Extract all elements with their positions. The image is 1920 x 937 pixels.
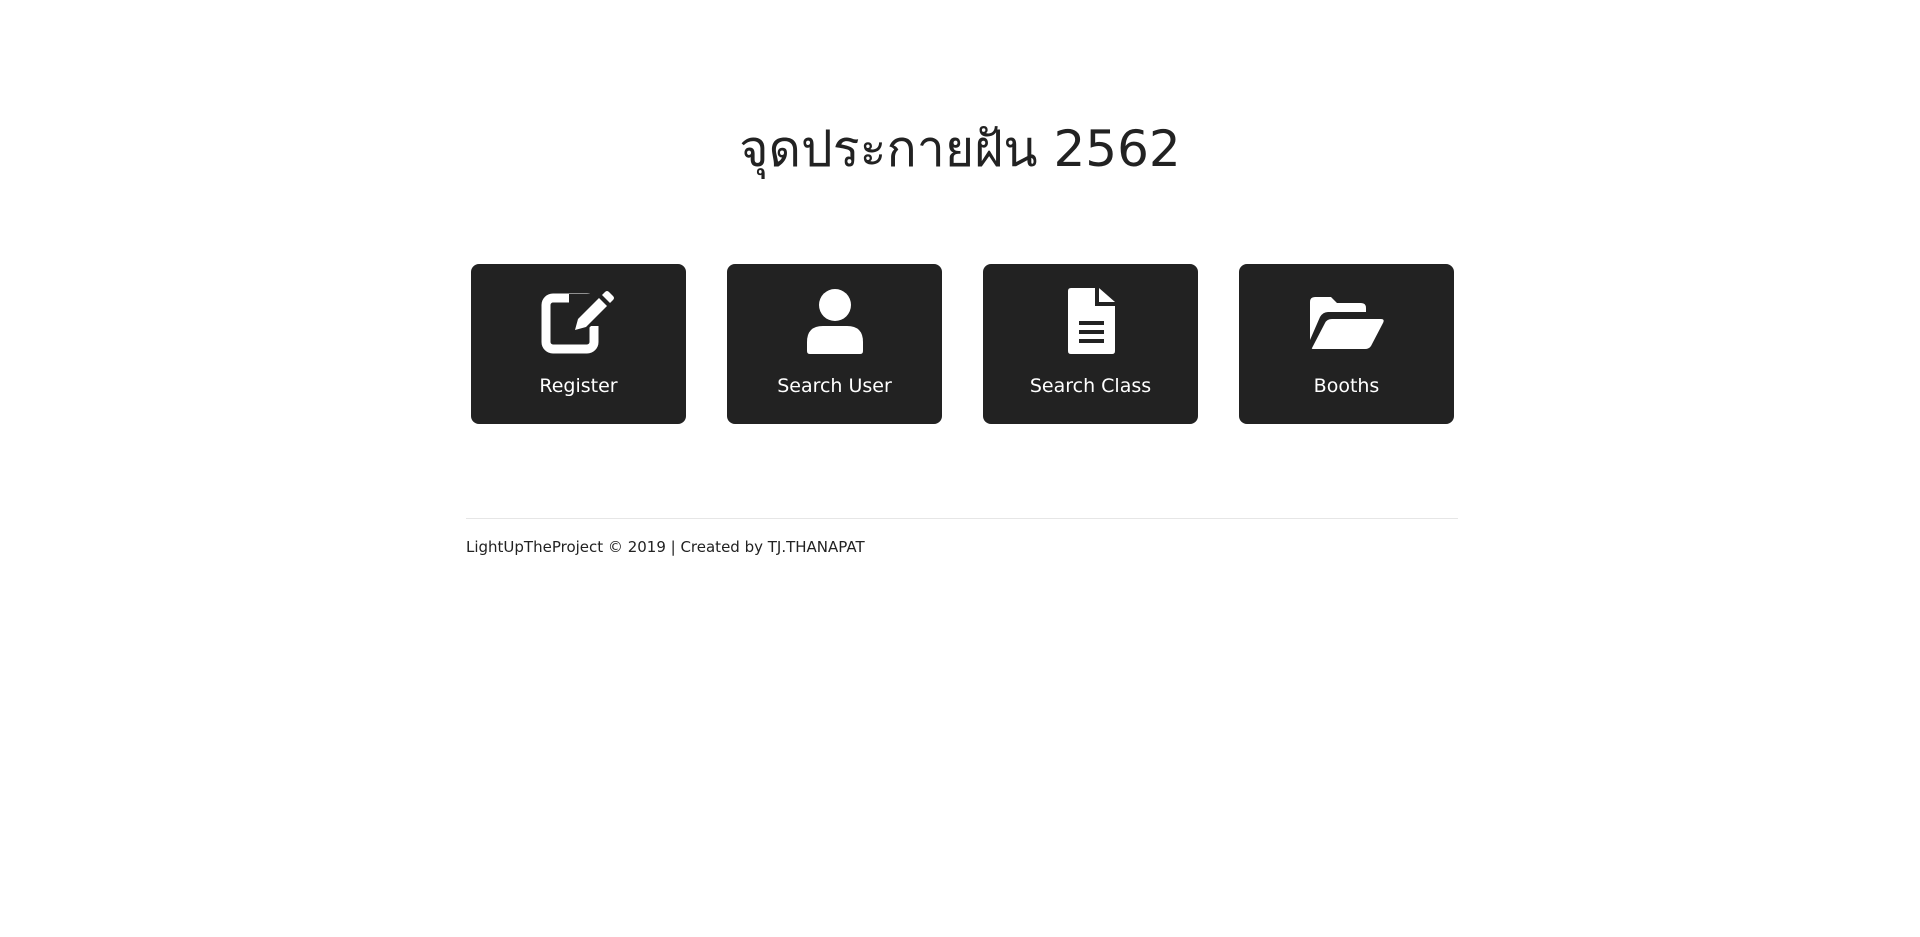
menu-card-row: Register Search User Search Class Booths bbox=[471, 264, 1454, 424]
search-user-label: Search User bbox=[777, 375, 892, 397]
booths-button[interactable]: Booths bbox=[1239, 264, 1454, 424]
user-icon bbox=[806, 289, 863, 354]
document-icon bbox=[1067, 288, 1115, 354]
footer-divider bbox=[466, 518, 1458, 519]
edit-icon bbox=[541, 291, 614, 354]
footer-text: LightUpTheProject © 2019 | Created by TJ… bbox=[466, 538, 865, 556]
page-title: จุดประกายฝัน 2562 bbox=[739, 120, 1181, 178]
search-class-label: Search Class bbox=[1029, 375, 1152, 397]
folder-open-icon bbox=[1309, 297, 1384, 349]
search-class-button[interactable]: Search Class bbox=[983, 264, 1198, 424]
search-user-button[interactable]: Search User bbox=[727, 264, 942, 424]
register-label: Register bbox=[539, 375, 618, 397]
register-button[interactable]: Register bbox=[471, 264, 686, 424]
booths-label: Booths bbox=[1313, 375, 1380, 397]
